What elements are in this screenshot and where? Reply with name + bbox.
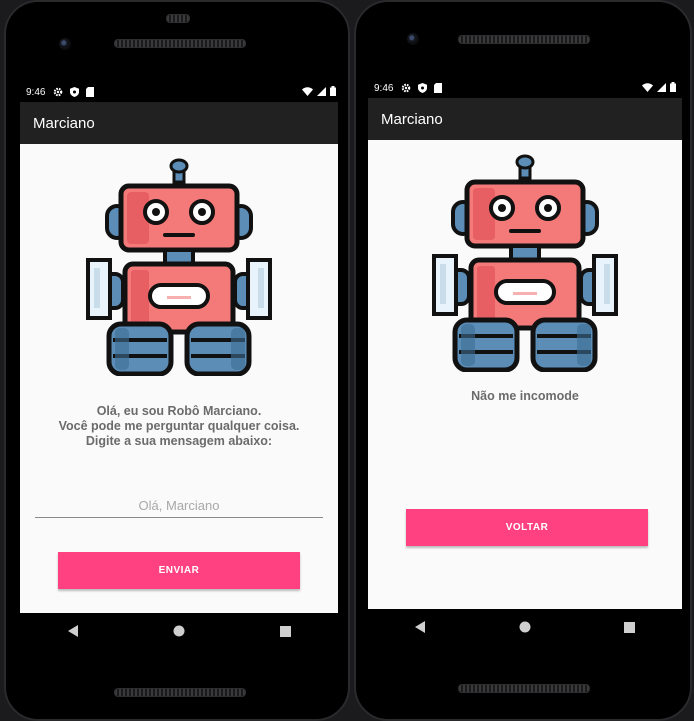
app-bar: Marciano [20,102,338,144]
phone-frame-left: 9:46 Marciano Olá, eu sou Robô Marciano.… [4,0,350,721]
shield-icon [417,83,427,93]
navigation-bar [368,609,682,645]
main-content: Olá, eu sou Robô Marciano. Você pode me … [20,144,338,613]
earpiece-speaker [458,35,590,44]
status-bar: 9:46 [26,83,336,101]
battery-icon [670,82,676,95]
status-time: 9:46 [374,82,394,94]
greeting-message: Olá, eu sou Robô Marciano. Você pode me … [20,404,338,449]
send-button[interactable]: ENVIAR [58,552,300,589]
back-button[interactable]: VOLTAR [406,509,648,546]
battery-icon [330,86,336,99]
bottom-speaker [114,688,246,697]
front-camera [59,38,71,50]
sd-card-icon [85,87,95,97]
main-content: Não me incomode VOLTAR [368,140,682,609]
message-input[interactable] [35,496,323,518]
app-title: Marciano [381,110,443,128]
back-nav-icon[interactable] [66,624,80,638]
robot-image [429,152,621,372]
robot-image [83,156,275,376]
home-nav-icon[interactable] [172,624,186,638]
front-camera [407,33,419,45]
app-bar: Marciano [368,98,682,140]
wifi-icon [642,82,653,95]
greeting-line-3: Digite a sua mensagem abaixo: [85,434,273,448]
response-message: Não me incomode [471,389,579,403]
phone-frame-right: 9:46 Marciano Não me incomode VOLTAR [354,0,692,721]
top-notch [166,14,190,23]
status-bar: 9:46 [374,79,676,97]
wifi-icon [302,86,313,99]
greeting-line-1: Olá, eu sou Robô Marciano. [96,404,262,418]
shield-icon [69,87,79,97]
navigation-bar [20,613,338,649]
back-nav-icon[interactable] [413,620,427,634]
sd-card-icon [433,83,443,93]
settings-icon [401,83,411,93]
signal-icon [657,82,666,95]
recents-nav-icon[interactable] [278,624,292,638]
earpiece-speaker [114,39,246,48]
home-nav-icon[interactable] [518,620,532,634]
status-time: 9:46 [26,86,46,98]
app-title: Marciano [33,114,95,132]
recents-nav-icon[interactable] [623,620,637,634]
greeting-line-2: Você pode me perguntar qualquer coisa. [58,419,300,433]
bottom-speaker [458,684,590,693]
signal-icon [317,86,326,99]
settings-icon [53,87,63,97]
